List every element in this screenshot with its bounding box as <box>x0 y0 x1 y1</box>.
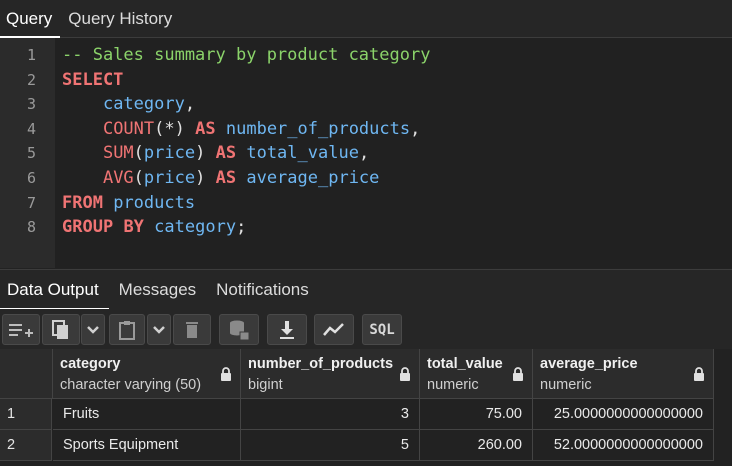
code-line[interactable]: GROUP BY category; <box>62 215 430 240</box>
sql-icon: SQL <box>369 321 395 338</box>
code-content[interactable]: -- Sales summary by product category SELE… <box>62 43 430 240</box>
paste-icon <box>119 320 135 340</box>
paste-button[interactable] <box>109 314 145 345</box>
sql-button[interactable]: SQL <box>362 314 402 345</box>
download-icon <box>280 320 294 339</box>
column-name: number_of_products <box>248 356 394 372</box>
line-number: 2 <box>26 70 36 89</box>
tab-query[interactable]: Query <box>0 0 61 38</box>
tab-data-output[interactable]: Data Output <box>0 270 109 310</box>
row-number[interactable]: 2 <box>0 430 52 461</box>
delete-icon <box>186 321 198 338</box>
line-number: 5 <box>26 144 36 163</box>
column-header-category[interactable]: category character varying (50) <box>53 349 241 399</box>
column-type: numeric <box>427 377 479 393</box>
line-number: 8 <box>26 218 36 237</box>
table-cell[interactable]: 5 <box>241 430 420 461</box>
tab-notifications[interactable]: Notifications <box>206 270 319 310</box>
data-output-toolbar: SQL <box>0 309 732 349</box>
graph-visualiser-button[interactable] <box>314 314 354 345</box>
tab-query-history[interactable]: Query History <box>60 0 180 38</box>
lock-icon <box>694 367 704 381</box>
line-number: 4 <box>26 119 36 138</box>
column-header-total-value[interactable]: total_value numeric <box>420 349 533 399</box>
delete-button[interactable] <box>173 314 211 345</box>
code-line[interactable]: FROM products <box>62 191 430 216</box>
column-type: numeric <box>540 377 592 393</box>
results-tab-bar: Data Output Messages Notifications <box>0 269 732 310</box>
table-cell[interactable]: 52.0000000000000000 <box>533 430 714 461</box>
code-line[interactable]: SUM(price) AS total_value, <box>62 141 430 166</box>
results-grid: category character varying (50) number_o… <box>0 349 732 466</box>
chevron-down-icon <box>153 325 165 334</box>
table-cell[interactable]: 25.0000000000000000 <box>533 399 714 430</box>
chevron-down-icon <box>87 325 99 334</box>
code-line[interactable]: SELECT <box>62 68 430 93</box>
column-header-number-of-products[interactable]: number_of_products bigint <box>241 349 420 399</box>
copy-options-dropdown[interactable] <box>81 314 105 345</box>
graph-icon <box>323 322 344 336</box>
line-number: 3 <box>26 95 36 114</box>
download-button[interactable] <box>267 314 307 345</box>
tab-messages[interactable]: Messages <box>109 270 206 310</box>
table-cell[interactable]: Fruits <box>53 399 241 430</box>
add-row-button[interactable] <box>2 314 40 345</box>
code-line[interactable]: COUNT(*) AS number_of_products, <box>62 117 430 142</box>
table-cell[interactable]: 75.00 <box>420 399 533 430</box>
lock-icon <box>221 367 231 381</box>
line-number: 7 <box>26 193 36 212</box>
lock-icon <box>513 367 523 381</box>
column-header-average-price[interactable]: average_price numeric <box>533 349 714 399</box>
line-number-gutter: 1 2 3 4 5 6 7 8 <box>0 38 55 268</box>
row-number[interactable]: 1 <box>0 399 52 430</box>
column-name: total_value <box>427 356 503 372</box>
column-name: average_price <box>540 356 638 372</box>
table-cell[interactable]: 3 <box>241 399 420 430</box>
column-type: character varying (50) <box>60 377 202 393</box>
copy-button[interactable] <box>42 314 80 345</box>
lock-icon <box>400 367 410 381</box>
sql-editor[interactable]: 1 2 3 4 5 6 7 8 -- Sales summary by prod… <box>0 38 732 268</box>
table-cell[interactable]: Sports Equipment <box>53 430 241 461</box>
line-number: 1 <box>26 46 36 64</box>
query-tab-bar: Query Query History <box>0 0 732 38</box>
save-data-icon <box>230 320 250 340</box>
add-row-icon <box>9 323 33 337</box>
table-cell[interactable]: 260.00 <box>420 430 533 461</box>
row-number-header <box>0 349 53 399</box>
column-name: category <box>60 356 121 372</box>
code-line[interactable]: AVG(price) AS average_price <box>62 166 430 191</box>
line-number: 6 <box>26 169 36 187</box>
copy-icon <box>52 319 68 339</box>
save-data-button[interactable] <box>219 314 259 345</box>
code-line[interactable]: category, <box>62 92 430 117</box>
paste-options-dropdown[interactable] <box>147 314 171 345</box>
code-line[interactable]: -- Sales summary by product category <box>62 43 430 68</box>
column-type: bigint <box>248 377 283 393</box>
